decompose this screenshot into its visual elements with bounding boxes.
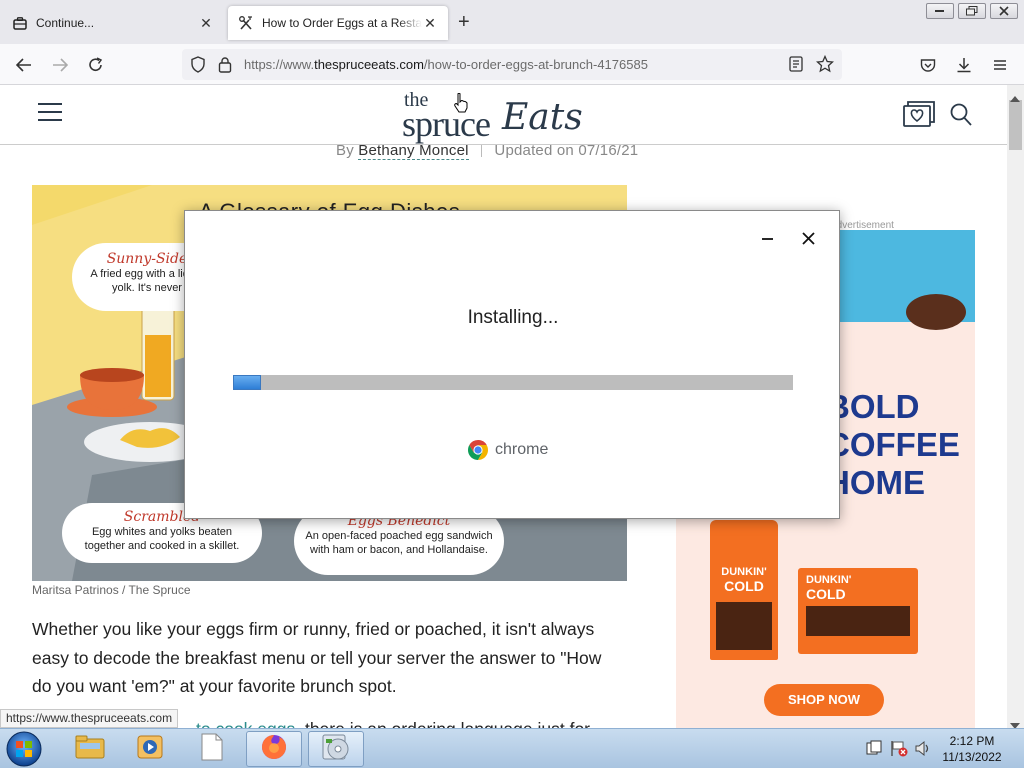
tab-continue[interactable]: Continue... ✕ (2, 6, 224, 40)
dialog-close-button[interactable] (799, 229, 819, 249)
scroll-up-arrow-icon[interactable] (1010, 89, 1020, 107)
ad-headline-bold: BOLD (826, 388, 920, 425)
article-paragraph: Whether you like your eggs firm or runny… (32, 619, 602, 696)
close-tab-icon[interactable]: ✕ (198, 15, 214, 32)
site-logo[interactable]: the spruce Eats (402, 89, 583, 144)
ad-shop-now-button[interactable]: SHOP NOW (764, 684, 884, 716)
action-center-icon[interactable] (866, 740, 882, 761)
chrome-logo-icon (467, 439, 489, 461)
lock-icon[interactable] (218, 56, 232, 78)
folder-icon (75, 735, 105, 764)
taskbar-installer-button[interactable] (308, 731, 364, 767)
image-caption: Maritsa Patrinos / The Spruce (32, 583, 191, 597)
taskbar-firefox-button[interactable] (246, 731, 302, 767)
navigation-toolbar: https://www.thespruceeats.com/how-to-ord… (0, 44, 1024, 85)
taskbar-document-button[interactable] (184, 731, 240, 767)
logo-eats: Eats (502, 97, 583, 138)
volume-speaker-icon[interactable] (914, 740, 932, 762)
close-window-button[interactable] (990, 3, 1018, 19)
clock-time: 2:12 PM (949, 734, 995, 748)
install-progress-fill (233, 375, 261, 390)
ad-coffee-cup-image (906, 294, 966, 330)
site-header: the spruce Eats (0, 85, 1007, 145)
tab-title: Continue... (36, 16, 95, 30)
logo-spruce: spruce (402, 104, 491, 144)
installing-status-text: Installing... (467, 307, 559, 328)
url-text[interactable]: https://www.thespruceeats.com/how-to-ord… (244, 57, 648, 72)
tab-active-spruce-eats[interactable]: How to Order Eggs at a Restaurant ✕ (228, 6, 448, 40)
chrome-installer-dialog: Installing... chrome (184, 210, 840, 519)
network-warning-flag-icon[interactable] (890, 740, 908, 762)
byline-divider (481, 143, 483, 157)
link-status-url: https://www.thespruceeats.com (0, 709, 179, 728)
taskbar-media-player-button[interactable] (122, 731, 178, 767)
article-paragraph-next: to cook eggs, there is an ordering langu… (196, 719, 590, 728)
reload-icon[interactable] (84, 53, 108, 77)
url-prefix: https://www. (244, 57, 315, 72)
media-player-icon (136, 734, 164, 765)
hand-cursor-icon (454, 92, 468, 118)
menu-hamburger-icon[interactable] (988, 53, 1012, 77)
dialog-minimize-button[interactable] (758, 229, 778, 249)
site-menu-hamburger-icon[interactable] (38, 102, 63, 127)
close-tab-icon[interactable]: ✕ (422, 15, 438, 32)
new-tab-plus-icon[interactable]: + (458, 10, 470, 34)
scrollbar-thumb[interactable] (1009, 100, 1022, 150)
url-bar[interactable]: https://www.thespruceeats.com/how-to-ord… (182, 49, 842, 80)
url-path: /how-to-order-eggs-at-brunch-4176585 (423, 57, 648, 72)
clock-date: 11/13/2022 (942, 750, 1002, 764)
saved-recipes-icon[interactable] (903, 101, 935, 132)
briefcase-icon (12, 15, 28, 31)
eggs-benedict-text: An open-faced poached egg sandwich with … (305, 530, 493, 556)
system-clock[interactable]: 2:12 PM 11/13/2022 (936, 733, 1008, 765)
ad-bag-brand: DUNKIN' (721, 566, 767, 578)
ad-product-bag: DUNKIN' COLD (710, 520, 778, 660)
document-icon (200, 733, 224, 766)
cook-eggs-link[interactable]: to cook eggs (196, 719, 295, 728)
install-progress-bar (233, 375, 793, 390)
ad-headline-coffee: COFFEE (826, 426, 960, 463)
restore-window-button[interactable] (958, 3, 986, 19)
reader-view-icon[interactable] (789, 56, 803, 77)
ad-box-product: COLD (806, 586, 846, 602)
minimize-window-button[interactable] (926, 3, 954, 19)
paragraph-continuation: , there is an ordering language just for (295, 719, 590, 728)
firefox-icon (260, 733, 288, 766)
url-domain: thespruceeats.com (314, 57, 424, 72)
scrambled-text: Egg whites and yolks beaten together and… (84, 526, 240, 552)
chrome-brand: chrome (467, 439, 548, 461)
ad-bag-coffee-image (716, 602, 772, 650)
taskbar-explorer-button[interactable] (62, 731, 118, 767)
chrome-wordmark: chrome (495, 441, 549, 458)
ad-box-brand: DUNKIN' (806, 574, 852, 586)
page-scrollbar[interactable] (1007, 85, 1024, 728)
start-orb-icon[interactable] (4, 730, 44, 768)
installer-disc-icon (321, 733, 351, 766)
bookmark-star-icon[interactable] (815, 54, 835, 78)
pocket-icon[interactable] (916, 53, 940, 77)
back-arrow-icon[interactable] (12, 53, 36, 77)
shield-icon[interactable] (190, 56, 206, 78)
ad-product-box: DUNKIN' COLD (798, 568, 918, 654)
downloads-icon[interactable] (952, 53, 976, 77)
fork-knife-icon (238, 15, 254, 31)
ad-box-coffee-image (806, 606, 910, 636)
windows-taskbar: 2:12 PM 11/13/2022 (0, 728, 1024, 768)
forward-arrow-icon[interactable] (48, 53, 72, 77)
tab-title: How to Order Eggs at a Restaurant (262, 16, 422, 30)
tab-strip: Continue... ✕ How to Order Eggs at a Res… (0, 0, 1024, 44)
ad-headline-home: HOME (826, 464, 925, 501)
ad-bag-product: COLD (724, 578, 764, 594)
site-search-icon[interactable] (950, 103, 972, 132)
